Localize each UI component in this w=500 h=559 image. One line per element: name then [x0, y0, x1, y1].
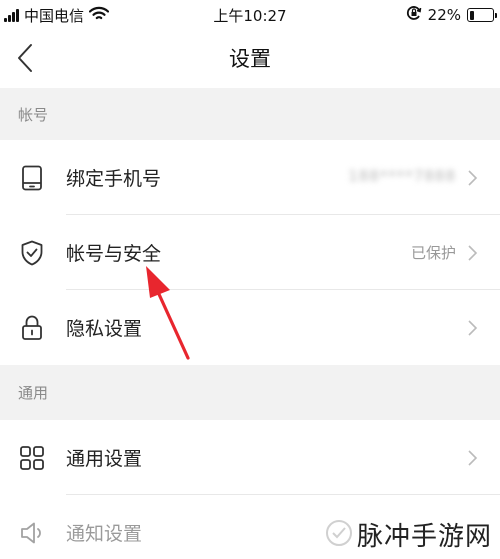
row-privacy[interactable]: 隐私设置	[0, 290, 500, 365]
row-label: 隐私设置	[66, 318, 143, 340]
row-label: 绑定手机号	[66, 168, 162, 190]
page-title: 设置	[229, 47, 271, 71]
status-bar: 中国电信 上午10:27 22%	[0, 0, 500, 30]
battery-fill	[469, 10, 475, 20]
shield-check-icon	[18, 239, 46, 267]
security-status-value: 已保护	[410, 244, 456, 262]
row-label: 通用设置	[66, 448, 143, 470]
navigation-bar: 设置	[0, 30, 500, 88]
row-label: 通知设置	[66, 523, 143, 545]
orientation-lock-icon	[406, 5, 422, 25]
watermark-text: 脉冲手游网	[356, 522, 492, 552]
battery-percent: 22%	[427, 6, 461, 24]
phone-icon	[18, 164, 46, 192]
row-bind-phone[interactable]: 绑定手机号 188****7888	[0, 140, 500, 215]
watermark-logo-icon	[325, 519, 353, 551]
chevron-right-icon	[468, 245, 478, 261]
chevron-right-icon	[468, 320, 478, 336]
section-header-general: 通用	[0, 365, 500, 420]
status-right: 22%	[406, 5, 497, 25]
watermark: 脉冲手游网	[325, 516, 492, 553]
section-header-account: 帐号	[0, 88, 500, 140]
row-general-settings[interactable]: 通用设置	[0, 420, 500, 495]
grid-icon	[18, 444, 46, 472]
row-label: 帐号与安全	[66, 243, 162, 265]
lock-icon	[18, 314, 46, 342]
battery-icon	[467, 8, 497, 22]
chevron-right-icon	[468, 450, 478, 466]
chevron-right-icon	[468, 170, 478, 186]
phone-number-value: 188****7888	[348, 167, 456, 185]
speaker-icon	[18, 519, 46, 547]
row-account-security[interactable]: 帐号与安全 已保护	[0, 215, 500, 290]
